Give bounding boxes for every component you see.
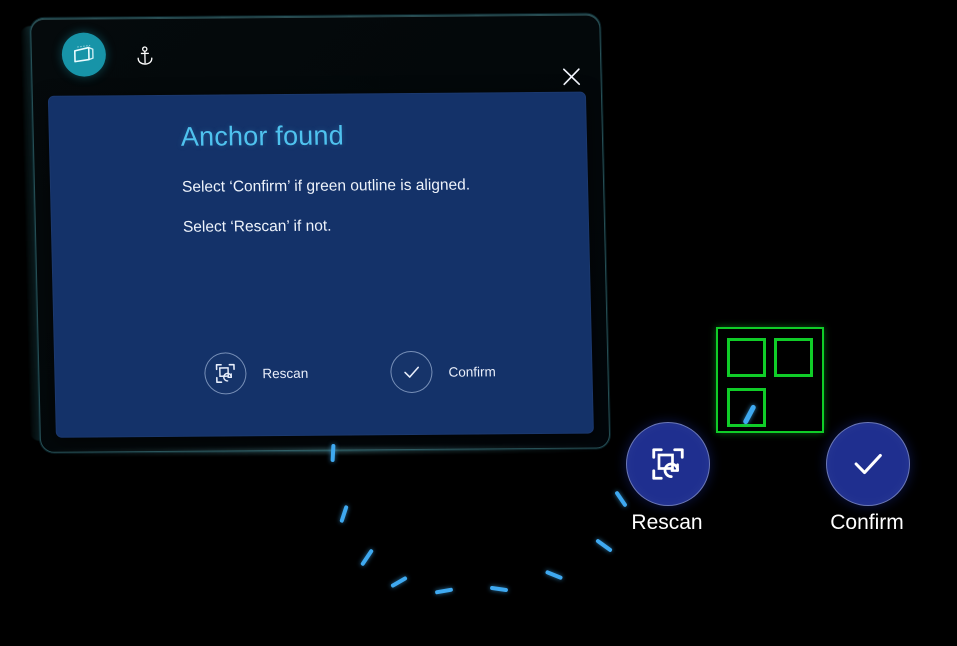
dialog-instruction-rescan: Select ‘Rescan’ if not.: [182, 217, 332, 236]
far-rescan-button[interactable]: Rescan: [626, 422, 710, 534]
marker-corner-top-right: [774, 338, 813, 377]
far-rescan-label: Rescan: [631, 511, 703, 534]
close-button[interactable]: [556, 62, 587, 92]
close-icon: [560, 66, 583, 88]
far-confirm-button[interactable]: Confirm: [826, 422, 910, 534]
trail-dash: [544, 569, 564, 581]
trail-dash: [339, 504, 349, 524]
check-icon: [389, 350, 433, 394]
rescan-icon: [650, 446, 686, 482]
trail-dash: [595, 538, 613, 553]
app-badge[interactable]: [61, 32, 107, 77]
trail-dash: [434, 587, 454, 595]
holographic-window: Anchor found Select ‘Confirm’ if green o…: [20, 13, 611, 453]
anchor-icon: [136, 46, 154, 66]
marker-corner-top-left: [727, 338, 766, 377]
rescan-icon: [203, 352, 247, 395]
trail-dash: [390, 575, 408, 589]
trail-dash: [330, 443, 336, 463]
dialog-actions: Rescan Confirm: [54, 350, 593, 414]
anchor-icon-button[interactable]: [130, 41, 161, 71]
dialog-confirm-label: Confirm: [448, 363, 496, 380]
window-titlebar: [30, 14, 602, 88]
far-confirm-label: Confirm: [830, 511, 904, 534]
trail-dash: [360, 548, 374, 567]
trail-dash: [489, 585, 509, 593]
dialog-instruction-confirm: Select ‘Confirm’ if green outline is ali…: [181, 176, 471, 196]
dialog-rescan-button[interactable]: Rescan: [203, 352, 309, 395]
anchor-marker-outline: [716, 327, 824, 433]
slate-window-icon: [72, 44, 96, 64]
dialog-confirm-button[interactable]: Confirm: [389, 350, 496, 394]
dialog-title: Anchor found: [180, 120, 345, 152]
far-confirm-circle[interactable]: [826, 422, 910, 506]
anchor-found-dialog: Anchor found Select ‘Confirm’ if green o…: [47, 91, 594, 438]
check-icon: [849, 445, 887, 483]
far-rescan-circle[interactable]: [626, 422, 710, 506]
dialog-rescan-label: Rescan: [262, 365, 309, 381]
scene: Anchor found Select ‘Confirm’ if green o…: [0, 0, 957, 646]
